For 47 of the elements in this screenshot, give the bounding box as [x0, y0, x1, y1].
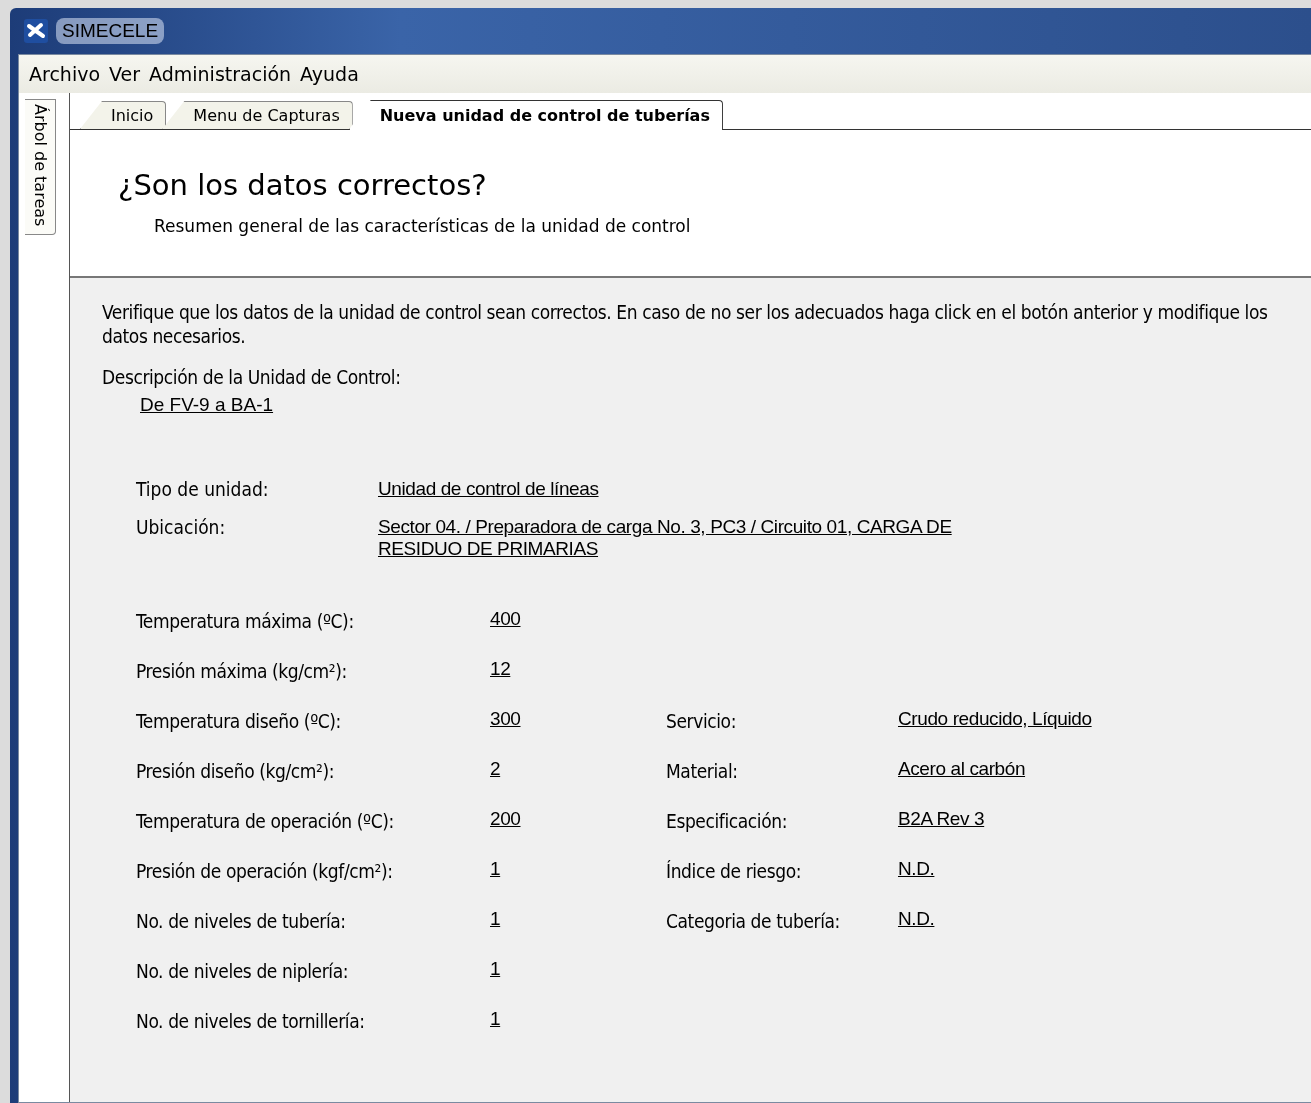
field-value: 300	[490, 708, 521, 731]
field-value: N.D.	[898, 858, 935, 881]
field-label: Presión máxima (kg/cm²):	[136, 659, 347, 684]
app-logo-icon	[24, 19, 48, 43]
menu-item[interactable]: Administración	[149, 63, 301, 85]
field-value: 1	[490, 858, 501, 881]
field-value: De FV-9 a BA-1	[140, 394, 274, 416]
field-value: 12	[490, 658, 511, 681]
field-label: Descripción de la Unidad de Control:	[102, 366, 402, 388]
instructions-text: Verifique que los datos de la unidad de control sean correctos. En caso de no ser los adecuados haga click en el botón anterior y modifique los datos necesarios.	[102, 300, 1269, 348]
page-title: ¿Son los datos correctos?	[118, 168, 488, 202]
field-label: No. de niveles de niplería:	[136, 959, 349, 984]
field-label: Especificación:	[666, 809, 788, 834]
field-label: No. de niveles de tornillería:	[136, 1009, 365, 1034]
field-value: 1	[490, 908, 501, 931]
field-value: Crudo reducido, Líquido	[898, 708, 1092, 731]
field-value: N.D.	[898, 908, 935, 931]
side-tab[interactable]: Árbol de tareas	[25, 99, 56, 236]
field-value: 1	[490, 958, 501, 981]
field-label: Temperatura de operación (ºC):	[136, 809, 394, 834]
field-value: Unidad de control de líneas	[378, 478, 599, 500]
field-value: 400	[490, 608, 521, 631]
menu-item[interactable]: Ayuda	[300, 63, 368, 85]
field-label: Categoria de tubería:	[666, 909, 840, 934]
field-label: No. de niveles de tubería:	[136, 909, 346, 934]
field-label: Índice de riesgo:	[666, 859, 802, 884]
field-value: 1	[490, 1008, 501, 1031]
field-label: Temperatura máxima (ºC):	[136, 609, 354, 634]
field-value: Sector 04. / Preparadora de carga No. 3, PC3 / Circuito 01, CARGA DE RESIDUO DE PRIMARIAS	[378, 516, 953, 560]
field-value: B2A Rev 3	[898, 808, 985, 831]
field-label: Tipo de unidad:	[136, 478, 269, 500]
field-label: Servicio:	[666, 709, 737, 734]
window-title: SIMECELE	[56, 18, 165, 44]
field-label: Presión de operación (kgf/cm²):	[136, 859, 393, 884]
tab[interactable]: Menu de Capturas	[162, 101, 353, 129]
menu-item[interactable]: Archivo	[29, 63, 110, 85]
field-label: Material:	[666, 759, 738, 784]
field-label: Ubicación:	[136, 516, 226, 540]
field-value: 2	[490, 758, 501, 781]
field-value: 200	[490, 808, 521, 831]
field-value: Acero al carbón	[898, 758, 1026, 781]
field-label: Presión diseño (kg/cm²):	[136, 759, 335, 784]
tab[interactable]: Nueva unidad de control de tuberías	[348, 100, 723, 130]
field-label: Temperatura diseño (ºC):	[136, 709, 341, 734]
menu-item[interactable]: Ver	[109, 63, 150, 85]
tab[interactable]: Inicio	[80, 101, 167, 129]
page-subtitle: Resumen general de las características de la unidad de control	[154, 216, 692, 236]
